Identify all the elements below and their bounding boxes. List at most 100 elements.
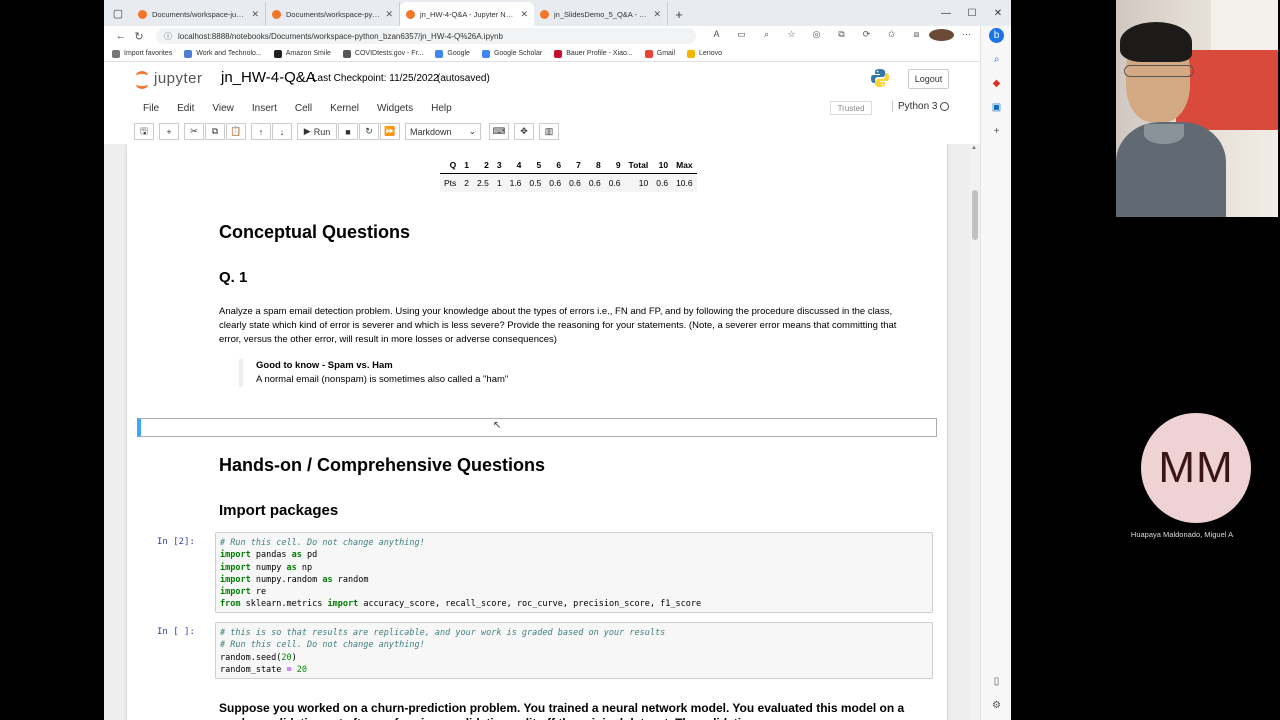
tab-close-icon[interactable]: ✕ [653,9,661,20]
participant-avatar: MM [1141,413,1251,523]
bookmark-label: Import favorites [124,50,173,57]
browser-tab-2[interactable]: Documents/workspace-python_b ✕ [266,2,400,26]
kernel-name[interactable]: Python 3 [892,101,937,112]
extensions-icon[interactable]: ⧉ [829,29,854,43]
screenshot-icon[interactable]: ◎ [804,29,829,43]
gmail-icon [644,49,653,58]
python-logo-icon [871,69,889,87]
menu-kernel[interactable]: Kernel [321,103,368,114]
chart-icon[interactable]: ▥ [539,123,559,140]
scroll-up-icon[interactable]: ▲ [971,145,977,151]
code-cell-imports[interactable]: # Run this cell. Do not change anything!… [215,532,933,613]
move-up-icon[interactable]: ↑ [251,123,271,140]
site-info-icon[interactable]: ⓘ [164,31,172,42]
url-field[interactable]: ⓘ localhost:8888/notebooks/Documents/wor… [156,28,696,44]
restart-icon[interactable]: ↻ [359,123,379,140]
tab-actions-icon[interactable]: ▢ [104,0,132,26]
more-menu-icon[interactable]: ⋯ [954,29,979,43]
refresh-page-icon[interactable]: ⟳ [854,29,879,43]
favorites-icon[interactable]: ✩ [879,29,904,43]
notebook-title[interactable]: jn_HW-4-Q&A [221,69,316,86]
url-text: localhost:8888/notebooks/Documents/works… [178,31,503,41]
tab-label: Documents/workspace-python_b [286,9,381,19]
sidebar-settings-gear-icon[interactable]: ⚙ [989,698,1004,713]
hide-sidebar-icon[interactable]: ▯ [989,674,1004,689]
bookmark-google[interactable]: Google [435,49,470,58]
add-sidebar-app-icon[interactable]: + [989,124,1004,139]
bookmark-covidtests[interactable]: COVIDtests.gov - Fr... [342,49,423,58]
jupyter-logo[interactable]: jupyter [134,68,203,89]
bookmark-amazon-smile[interactable]: Amazon Smile [273,49,331,58]
bookmark-bauer-profile[interactable]: Bauer Profile - Xiao... [554,49,633,58]
table-header: 6 [545,157,566,174]
autosave-status: (autosaved) [437,73,490,84]
page-scrollbar[interactable]: ▲ [970,144,980,720]
selected-empty-cell[interactable] [137,418,937,437]
bookmark-label: Google [447,50,470,57]
zoom-icon[interactable]: ⌕ [754,29,779,43]
browser-tab-1[interactable]: Documents/workspace-jupyter-n ✕ [132,2,266,26]
trusted-badge[interactable]: Trusted [830,101,872,115]
menu-cell[interactable]: Cell [286,103,321,114]
blockquote-text: A normal email (nonspam) is sometimes al… [256,374,509,385]
search-icon[interactable]: ⌕ [989,52,1004,67]
logout-button[interactable]: Logout [908,69,949,89]
restart-run-all-icon[interactable]: ⏩ [380,123,400,140]
move-down-icon[interactable]: ↓ [272,123,292,140]
minimize-icon[interactable]: — [933,0,959,26]
tab-close-icon[interactable]: ✕ [520,9,528,20]
keyboard-icon[interactable]: ⌨ [489,123,509,140]
heading-import-packages: Import packages [219,502,339,519]
menu-view[interactable]: View [203,103,243,114]
refresh-icon[interactable]: ↻ [130,30,148,43]
run-button[interactable]: ▶ Run [297,123,337,140]
scrollbar-thumb[interactable] [972,190,978,240]
play-icon: ▶ [303,126,311,136]
bing-chat-icon[interactable]: b [989,28,1004,43]
bookmark-work-technology[interactable]: Work and Technolo... [184,49,262,58]
menu-file[interactable]: File [134,103,168,114]
copy-icon[interactable]: ⧉ [205,123,225,140]
menu-help[interactable]: Help [422,103,461,114]
webcam-video-tile [1116,0,1278,217]
maximize-icon[interactable]: ☐ [959,0,985,26]
collections-icon[interactable]: ⧈ [904,29,929,43]
browser-tab-3-active[interactable]: jn_HW-4-Q&A - Jupyter Notebo ✕ [400,2,534,26]
table-header: 10 [652,157,673,174]
save-icon[interactable]: 🖫 [134,123,154,140]
insert-cell-icon[interactable]: + [159,123,179,140]
bookmark-import-favorites[interactable]: Import favorites [112,49,173,58]
menu-insert[interactable]: Insert [243,103,286,114]
interrupt-icon[interactable]: ■ [338,123,358,140]
browser-tab-4[interactable]: jn_SlidesDemo_5_Q&A - Jupyter ✕ [534,2,668,26]
last-checkpoint[interactable]: Last Checkpoint: 11/25/2022 [312,73,439,84]
move-cursor-icon[interactable]: ✥ [514,123,534,140]
back-icon[interactable]: ← [112,30,130,42]
cell-type-select[interactable]: Markdown ⌄ [405,123,481,140]
menu-edit[interactable]: Edit [168,103,203,114]
jupyter-favicon-icon [272,9,281,19]
bauer-icon [554,49,563,58]
app-available-icon[interactable]: ▭ [729,29,754,43]
shopping-icon[interactable]: ◆ [989,76,1004,91]
cut-icon[interactable]: ✂ [184,123,204,140]
tab-close-icon[interactable]: ✕ [385,9,393,20]
profile-avatar-icon[interactable] [929,29,954,43]
bookmark-google-scholar[interactable]: Google Scholar [481,49,542,58]
bookmark-lenovo[interactable]: Lenovo [687,49,722,58]
code-cell-seed[interactable]: # this is so that results are replicable… [215,622,933,679]
table-row: Pts 2 2.5 1 1.6 0.5 0.6 0.6 0.6 0.6 10 0… [440,173,697,192]
read-aloud-icon[interactable]: A [704,29,729,43]
outlook-icon[interactable]: ▣ [989,100,1004,115]
close-window-icon[interactable]: ✕ [985,0,1011,26]
bookmark-label: Work and Technolo... [196,50,262,57]
table-cell: 2.5 [473,173,493,192]
table-cell: 10.6 [672,173,697,192]
bookmark-gmail[interactable]: Gmail [644,49,675,58]
favorite-star-icon[interactable]: ☆ [779,29,804,43]
new-tab-icon[interactable]: + [668,2,690,26]
tab-close-icon[interactable]: ✕ [251,9,259,20]
menu-widgets[interactable]: Widgets [368,103,422,114]
paste-icon[interactable]: 📋 [226,123,246,140]
churn-question-text: Suppose you worked on a churn-prediction… [219,701,905,720]
